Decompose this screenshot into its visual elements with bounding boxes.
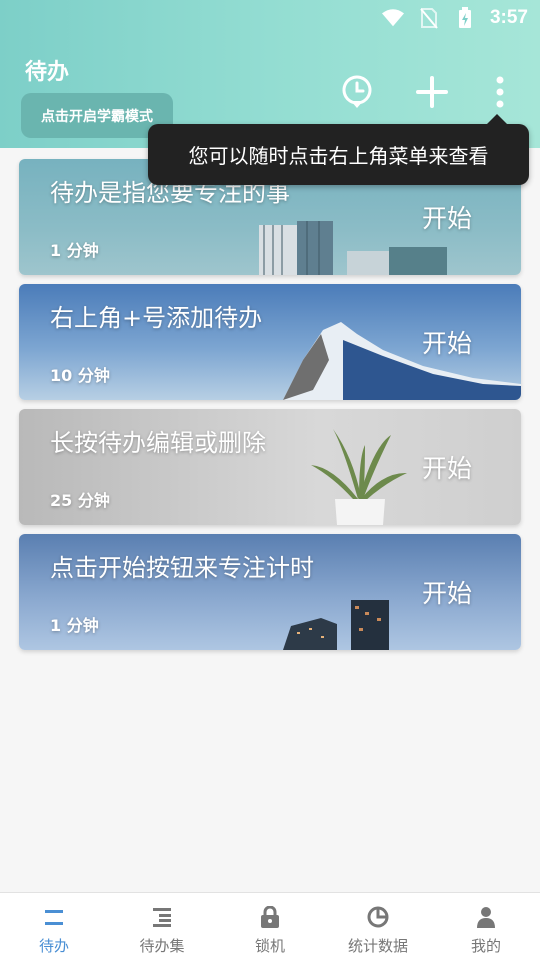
plant-image	[311, 429, 407, 525]
nav-item-stats[interactable]: 统计数据	[324, 893, 432, 960]
start-button[interactable]: 开始	[422, 324, 472, 360]
status-time: 3:57	[489, 7, 528, 28]
status-bar: 3:57	[0, 0, 540, 36]
todo-duration: 25 分钟	[50, 491, 110, 510]
todo-title: 右上角+号添加待办	[50, 304, 263, 332]
start-button[interactable]: 开始	[422, 199, 472, 235]
nav-item-todo[interactable]: 待办	[0, 893, 108, 960]
nav-item-me[interactable]: 我的	[432, 893, 540, 960]
city-skyline-image	[283, 600, 389, 650]
todo-card[interactable]: 点击开始按钮来专注计时 1 分钟 开始	[19, 534, 521, 650]
nav-label: 待办	[38, 937, 69, 955]
nav-label: 我的	[470, 937, 501, 955]
todo-duration: 1 分钟	[50, 616, 99, 635]
pie-chart-icon	[366, 905, 390, 929]
battery-charging-icon	[454, 7, 476, 29]
nav-item-lock[interactable]: 锁机	[216, 893, 324, 960]
todo-card[interactable]: 右上角+号添加待办 10 分钟 开始	[19, 284, 521, 400]
wifi-icon	[381, 7, 404, 29]
todo-duration: 10 分钟	[50, 366, 110, 385]
more-icon[interactable]	[480, 72, 520, 112]
todo-title: 点击开始按钮来专注计时	[50, 554, 314, 582]
lock-icon	[258, 905, 282, 929]
plus-icon[interactable]	[412, 72, 452, 112]
start-button[interactable]: 开始	[422, 574, 472, 610]
todo-icon	[42, 905, 66, 929]
todo-set-icon	[150, 905, 174, 929]
page-title: 待办	[25, 60, 70, 85]
start-button[interactable]: 开始	[422, 449, 472, 485]
nav-item-todo-set[interactable]: 待办集	[108, 893, 216, 960]
nav-label: 统计数据	[347, 937, 408, 955]
todo-card[interactable]: 长按待办编辑或删除 25 分钟 开始	[19, 409, 521, 525]
nav-label: 待办集	[139, 937, 185, 955]
no-sim-icon	[418, 7, 440, 29]
mountain-image	[283, 322, 521, 400]
menu-hint-tooltip: 您可以随时点击右上角菜单来查看	[148, 114, 529, 185]
todo-duration: 1 分钟	[50, 241, 99, 260]
clock-icon[interactable]	[337, 72, 377, 112]
nav-label: 锁机	[254, 937, 285, 955]
bottom-nav: 待办 待办集 锁机 统计数据 我的	[0, 892, 540, 960]
todo-title: 长按待办编辑或删除	[50, 429, 266, 457]
person-icon	[474, 905, 498, 929]
buildings-image	[259, 221, 447, 275]
